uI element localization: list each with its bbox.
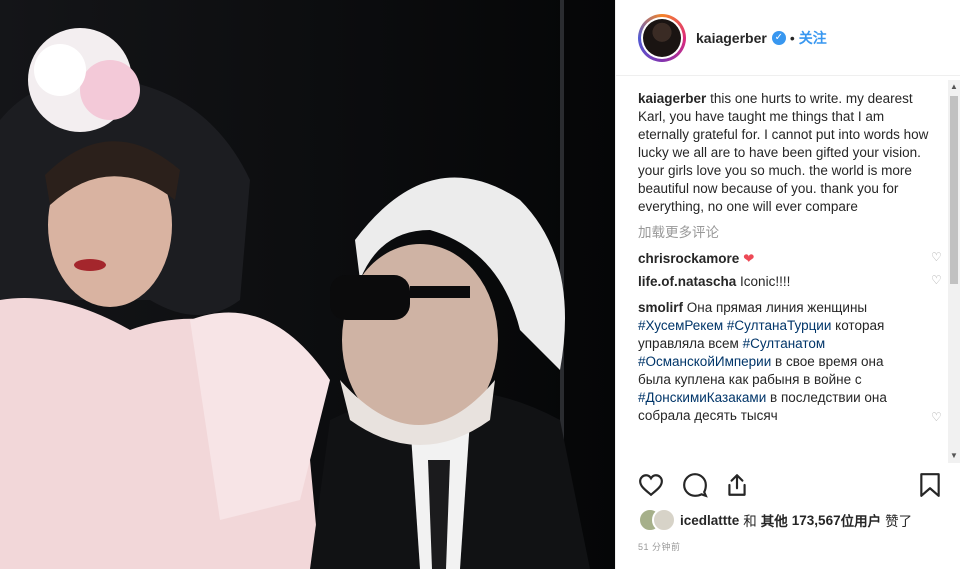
scroll-down-arrow[interactable]: ▼ — [948, 449, 960, 463]
post-header: kaiagerber ✓ • 关注 — [616, 0, 960, 76]
comment-item: life.of.natascha Iconic!!!! ♡ — [638, 273, 942, 291]
comment-username[interactable]: chrisrockamore — [638, 251, 739, 266]
post-timestamp[interactable]: 51 分钟前 — [638, 540, 681, 553]
liker-avatar[interactable] — [652, 508, 676, 532]
hashtag-link[interactable]: #СултанаТурции — [727, 318, 832, 333]
caption-text: this one hurts to write. my dearest Karl… — [638, 91, 929, 214]
comment-username[interactable]: smolirf — [638, 300, 683, 315]
hashtag-link[interactable]: #ХусемРекем — [638, 318, 723, 333]
scrollbar-thumb[interactable] — [950, 96, 958, 284]
heart-emoji: ❤ — [743, 251, 755, 266]
caption: kaiagerber this one hurts to write. my d… — [638, 90, 931, 216]
like-icon[interactable] — [638, 472, 664, 498]
photo-illustration — [0, 0, 615, 569]
action-bar — [638, 472, 943, 502]
comment-like-icon[interactable]: ♡ — [931, 274, 943, 286]
comment-item: smolirf Она прямая линия женщины #ХусемР… — [638, 299, 942, 425]
save-icon[interactable] — [917, 472, 943, 498]
liker-username[interactable]: icedlattte — [680, 513, 739, 528]
likes-count[interactable]: 173,567 — [792, 513, 841, 528]
hashtag-link[interactable]: #ОсманскойИмперии — [638, 354, 771, 369]
comments-scrollbar[interactable]: ▲ ▼ — [948, 80, 960, 463]
hashtag-link[interactable]: #ДонскимиКазаками — [638, 390, 766, 405]
comment-text: Она прямая линия женщины — [686, 300, 868, 315]
username-link[interactable]: kaiagerber — [696, 30, 767, 46]
verified-icon: ✓ — [771, 30, 786, 45]
likes-others-prefix[interactable]: 其他 — [761, 510, 788, 530]
comment-username[interactable]: life.of.natascha — [638, 274, 736, 289]
comment-like-icon[interactable]: ♡ — [931, 411, 943, 423]
avatar-frame — [641, 16, 683, 59]
likes-others-suffix[interactable]: 位用户 — [841, 510, 882, 530]
share-icon[interactable] — [724, 472, 750, 498]
post-sidebar: kaiagerber ✓ • 关注 kaiagerber this one hu… — [615, 0, 960, 569]
hashtag-link[interactable]: #Султанатом — [743, 336, 826, 351]
comment-icon[interactable] — [682, 472, 708, 498]
likes-liked: 赞了 — [885, 514, 913, 529]
avatar-image — [643, 18, 681, 57]
comments-area[interactable]: kaiagerber this one hurts to write. my d… — [616, 76, 960, 465]
likes-and: 和 — [743, 514, 757, 529]
post-photo[interactable] — [0, 0, 615, 569]
scroll-up-arrow[interactable]: ▲ — [948, 80, 960, 94]
separator-dot: • — [789, 29, 795, 46]
comment-text: Iconic!!!! — [740, 274, 791, 289]
instagram-post: kaiagerber ✓ • 关注 kaiagerber this one hu… — [0, 0, 960, 569]
follow-button[interactable]: 关注 — [799, 28, 827, 48]
comment-like-icon[interactable]: ♡ — [931, 251, 943, 263]
comment-item: chrisrockamore ❤ ♡ — [638, 250, 942, 268]
load-more-comments[interactable]: 加载更多评论 — [638, 224, 931, 242]
likes-summary: icedlattte 和 其他 173,567 位用户 赞了 — [638, 508, 912, 532]
avatar[interactable] — [638, 13, 686, 62]
caption-username[interactable]: kaiagerber — [638, 91, 706, 106]
